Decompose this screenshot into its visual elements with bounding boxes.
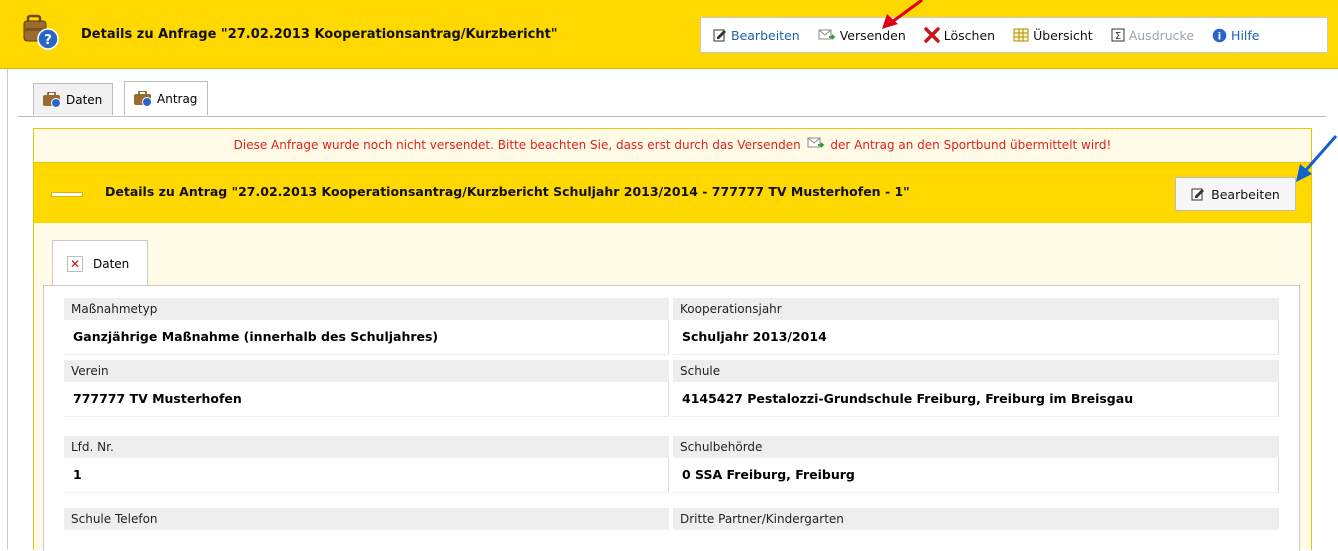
tab-antrag-label: Antrag (157, 91, 198, 106)
details-area: ✕ Daten Maßnahmetyp Ganzjährige Maßnahme… (34, 223, 1311, 551)
field-label: Kooperationsjahr (673, 298, 1279, 320)
panel-edit-label: Bearbeiten (1211, 186, 1280, 202)
header-bar: ? Details zu Anfrage "27.02.2013 Koopera… (0, 0, 1338, 69)
field-label: Dritte Partner/Kindergarten (673, 508, 1279, 530)
error-x-icon: ✕ (67, 255, 83, 272)
tab-antrag[interactable]: Antrag (124, 81, 209, 115)
field-value: Schuljahr 2013/2014 (673, 320, 1279, 355)
briefcase-icon (43, 91, 61, 108)
svg-text:Σ: Σ (1115, 31, 1121, 42)
printouts-button-label: Ausdrucke (1128, 27, 1195, 43)
delete-x-icon (924, 27, 940, 43)
help-button-label: Hilfe (1231, 27, 1260, 43)
panel-header: Details zu Antrag "27.02.2013 Kooperatio… (34, 163, 1311, 223)
svg-text:i: i (1218, 31, 1221, 42)
panel-title: Details zu Antrag "27.02.2013 Kooperatio… (105, 184, 910, 199)
field-label: Schule Telefon (64, 508, 669, 530)
application-panel: Diese Anfrage wurde noch nicht versendet… (33, 128, 1312, 551)
toolbar: Bearbeiten Versenden Löschen Übersicht Σ… (700, 17, 1328, 53)
field-schulbehoerde: Schulbehörde 0 SSA Freiburg, Freiburg (673, 436, 1279, 493)
edit-icon (1191, 188, 1205, 201)
field-kooperationsjahr: Kooperationsjahr Schuljahr 2013/2014 (673, 298, 1279, 355)
field-value: Ganzjährige Maßnahme (innerhalb des Schu… (64, 320, 669, 355)
edit-button-label: Bearbeiten (731, 27, 800, 43)
field-schule-telefon: Schule Telefon (64, 508, 669, 530)
field-value: 1 (64, 458, 669, 493)
not-sent-notice: Diese Anfrage wurde noch nicht versendet… (34, 129, 1311, 163)
field-label: Lfd. Nr. (64, 436, 669, 458)
svg-text:?: ? (44, 33, 52, 48)
field-value: 0 SSA Freiburg, Freiburg (673, 458, 1279, 493)
field-value: 4145427 Pestalozzi-Grundschule Freiburg,… (673, 382, 1279, 417)
send-mail-icon (807, 137, 824, 148)
send-button-label: Versenden (839, 27, 906, 43)
field-label: Schule (673, 360, 1279, 382)
field-verein: Verein 777777 TV Musterhofen (64, 360, 669, 417)
field-massnahmetyp: Maßnahmetyp Ganzjährige Maßnahme (innerh… (64, 298, 669, 355)
delete-button[interactable]: Löschen (924, 27, 995, 43)
tab-divider (18, 116, 1326, 117)
panel-edit-button[interactable]: Bearbeiten (1175, 177, 1296, 211)
subtab-daten[interactable]: ✕ Daten (52, 240, 148, 286)
overview-button[interactable]: Übersicht (1013, 28, 1093, 43)
field-schule: Schule 4145427 Pestalozzi-Grundschule Fr… (673, 360, 1279, 417)
info-icon: i (1212, 28, 1227, 42)
field-value: 777777 TV Musterhofen (64, 382, 669, 417)
edit-button[interactable]: Bearbeiten (713, 28, 800, 43)
overview-button-label: Übersicht (1033, 27, 1093, 43)
page-title: Details zu Anfrage "27.02.2013 Kooperati… (81, 27, 558, 42)
field-label: Verein (64, 360, 669, 382)
table-icon (1013, 28, 1029, 42)
tab-daten[interactable]: Daten (33, 83, 114, 115)
field-dritte-partner: Dritte Partner/Kindergarten (673, 508, 1279, 530)
sum-document-icon: Σ (1111, 28, 1125, 42)
edit-icon (713, 29, 726, 42)
notice-text-after: der Antrag an den Sportbund übermittelt … (830, 138, 1112, 152)
send-mail-icon (818, 29, 835, 40)
subtab-daten-label: Daten (93, 256, 130, 271)
send-button[interactable]: Versenden (818, 28, 906, 43)
briefcase-help-icon: ? (23, 14, 61, 50)
field-lfd-nr: Lfd. Nr. 1 (64, 436, 669, 493)
printouts-button[interactable]: Σ Ausdrucke (1111, 28, 1194, 43)
field-label: Schulbehörde (673, 436, 1279, 458)
tab-daten-label: Daten (66, 92, 103, 107)
data-grid: Maßnahmetyp Ganzjährige Maßnahme (innerh… (43, 285, 1300, 551)
notice-text-before: Diese Anfrage wurde noch nicht versendet… (233, 138, 801, 152)
field-label: Maßnahmetyp (64, 298, 669, 320)
help-button[interactable]: i Hilfe (1212, 28, 1259, 43)
delete-button-label: Löschen (943, 27, 996, 43)
briefcase-icon (134, 90, 152, 107)
collapse-toggle[interactable] (51, 192, 83, 197)
